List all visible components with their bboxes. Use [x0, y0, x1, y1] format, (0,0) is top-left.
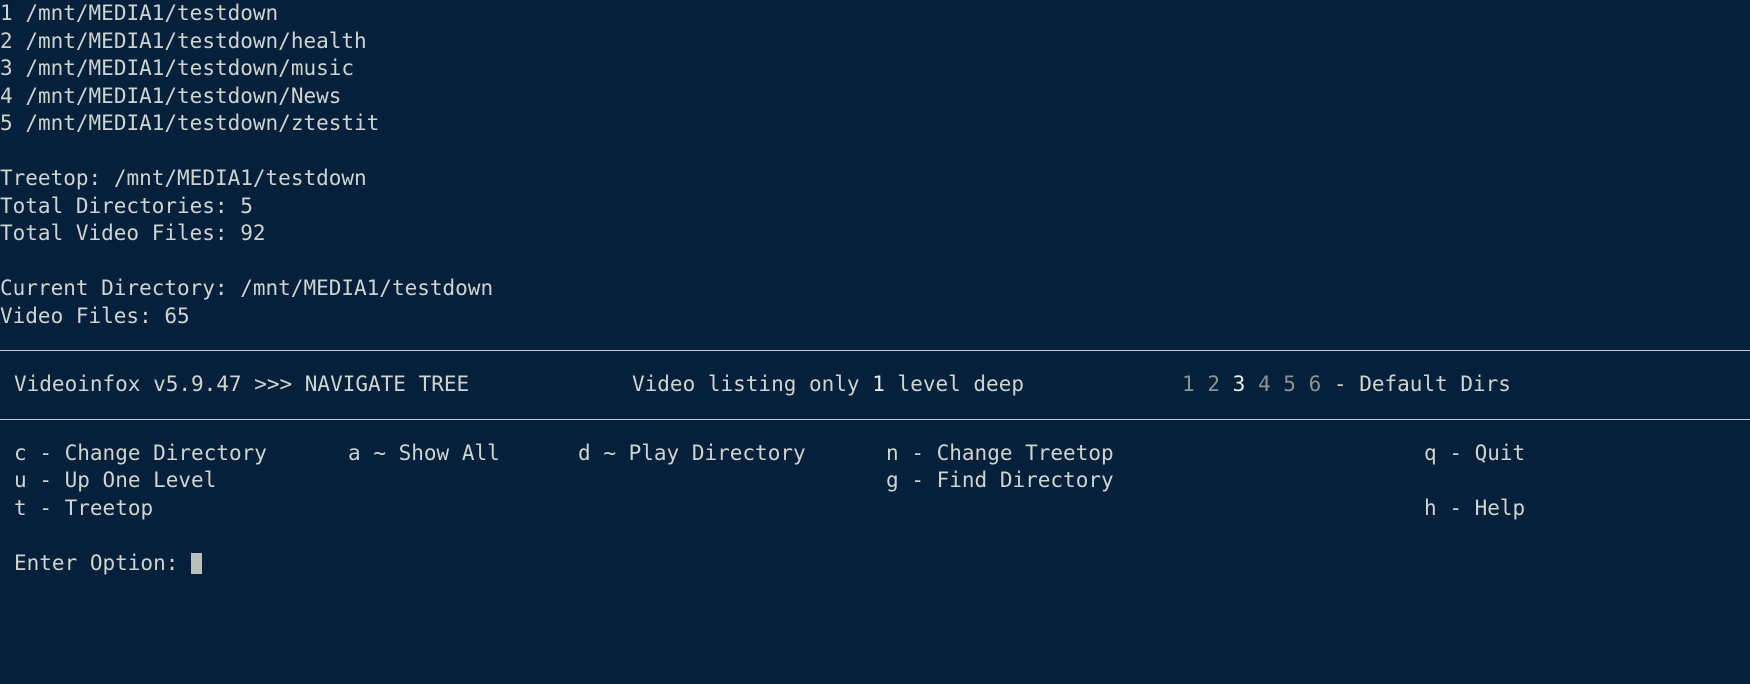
app-title: Videoinfox v5.9.47 >>> NAVIGATE TREE: [14, 372, 470, 396]
default-dir-option-6[interactable]: 6: [1309, 372, 1322, 396]
list-item[interactable]: 4 /mnt/MEDIA1/testdown/News: [0, 83, 1750, 111]
menu-item-treetop[interactable]: t - Treetop: [14, 495, 153, 523]
menu-label: Change Treetop: [936, 440, 1114, 465]
dir-path: /mnt/MEDIA1/testdown: [25, 1, 279, 25]
list-item[interactable]: 2 /mnt/MEDIA1/testdown/health: [0, 28, 1750, 56]
total-directories-value: 5: [240, 193, 253, 218]
default-dir-option-3[interactable]: 3: [1233, 372, 1246, 396]
menu-row-1: c - Change Directory a ~ Show All d ~ Pl…: [0, 440, 1750, 468]
menu-key: h: [1424, 495, 1437, 520]
current-directory-value: /mnt/MEDIA1/testdown: [240, 276, 494, 300]
menu-label: Quit: [1474, 440, 1526, 465]
menu-separator: ~: [373, 440, 386, 465]
listing-depth-value: 1: [872, 372, 885, 396]
listing-suffix: level deep: [897, 372, 1024, 396]
default-dir-option-4[interactable]: 4: [1258, 372, 1271, 396]
dir-index: 2: [0, 28, 13, 53]
video-files-label: Video Files:: [0, 303, 152, 328]
menu-key: g: [886, 468, 899, 492]
menu-key: q: [1424, 440, 1437, 465]
menu-separator: -: [911, 440, 924, 465]
menu-label: Change Directory: [64, 440, 267, 465]
menu-separator: ~: [603, 440, 616, 465]
menu-key: u: [14, 468, 27, 492]
treetop-label: Treetop:: [0, 166, 102, 190]
default-dirs-dash: -: [1333, 372, 1347, 396]
total-video-files-value: 92: [240, 221, 266, 245]
total-video-files-label: Total Video Files:: [0, 221, 228, 245]
menu-item-show-all[interactable]: a ~ Show All: [348, 440, 500, 468]
menu-label: Find Directory: [936, 468, 1114, 492]
menu-key: n: [886, 440, 899, 465]
command-menu: c - Change Directory a ~ Show All d ~ Pl…: [0, 440, 1750, 523]
menu-separator: -: [39, 440, 52, 465]
terminal-screen: 1 /mnt/MEDIA1/testdown 2 /mnt/MEDIA1/tes…: [0, 0, 1750, 684]
listing-depth-text: Video listing only 1 level deep: [632, 371, 1024, 399]
menu-row-3: t - Treetop h - Help: [0, 495, 1750, 523]
dir-index: 1: [0, 1, 13, 25]
dir-index: 5: [0, 111, 13, 135]
list-item[interactable]: 3 /mnt/MEDIA1/testdown/music: [0, 55, 1750, 83]
menu-key: a: [348, 440, 361, 465]
menu-key: c: [14, 440, 27, 465]
prompt-line[interactable]: Enter Option:: [0, 550, 1750, 578]
tree-summary: Treetop: /mnt/MEDIA1/testdown Total Dire…: [0, 165, 1750, 248]
menu-label: Treetop: [64, 495, 154, 520]
menu-separator: -: [1449, 440, 1462, 465]
menu-separator: -: [39, 468, 52, 492]
default-dirs-selector: 1 2 3 4 5 6 - Default Dirs: [1182, 371, 1511, 399]
menu-separator: -: [911, 468, 924, 492]
list-item[interactable]: 1 /mnt/MEDIA1/testdown: [0, 0, 1750, 28]
current-directory-line: Current Directory: /mnt/MEDIA1/testdown: [0, 275, 1750, 303]
default-dirs-label: Default Dirs: [1359, 372, 1511, 396]
default-dir-option-1[interactable]: 1: [1182, 372, 1195, 396]
menu-separator: -: [1449, 495, 1462, 520]
menu-separator: -: [39, 495, 52, 520]
menu-label: Up One Level: [64, 468, 217, 492]
treetop-line: Treetop: /mnt/MEDIA1/testdown: [0, 165, 1750, 193]
dir-path: /mnt/MEDIA1/testdown/News: [25, 83, 342, 108]
menu-row-2: u - Up One Level g - Find Directory: [0, 467, 1750, 495]
video-files-line: Video Files: 65: [0, 303, 1750, 331]
current-directory-label: Current Directory:: [0, 276, 228, 300]
menu-key: t: [14, 495, 27, 520]
listing-prefix: Video listing only: [632, 372, 860, 396]
menu-label: Play Directory: [628, 440, 806, 465]
default-dir-option-2[interactable]: 2: [1207, 372, 1220, 396]
menu-item-up-one-level[interactable]: u - Up One Level: [14, 467, 216, 495]
total-video-files-line: Total Video Files: 92: [0, 220, 1750, 248]
list-item[interactable]: 5 /mnt/MEDIA1/testdown/ztestit: [0, 110, 1750, 138]
status-bar: Videoinfox v5.9.47 >>> NAVIGATE TREE Vid…: [0, 371, 1750, 399]
menu-item-change-treetop[interactable]: n - Change Treetop: [886, 440, 1114, 468]
menu-label: Help: [1474, 495, 1526, 520]
menu-label: Show All: [398, 440, 500, 465]
dir-index: 4: [0, 83, 13, 108]
total-directories-label: Total Directories:: [0, 193, 228, 218]
dir-path: /mnt/MEDIA1/testdown/ztestit: [25, 111, 380, 135]
menu-key: d: [578, 440, 591, 465]
menu-item-play-directory[interactable]: d ~ Play Directory: [578, 440, 806, 468]
dir-index: 3: [0, 56, 13, 80]
default-dir-option-5[interactable]: 5: [1283, 372, 1296, 396]
menu-item-find-directory[interactable]: g - Find Directory: [886, 467, 1114, 495]
directory-list: 1 /mnt/MEDIA1/testdown 2 /mnt/MEDIA1/tes…: [0, 0, 1750, 138]
video-files-value: 65: [164, 303, 190, 328]
total-directories-line: Total Directories: 5: [0, 193, 1750, 221]
treetop-value: /mnt/MEDIA1/testdown: [113, 166, 367, 190]
menu-item-change-directory[interactable]: c - Change Directory: [14, 440, 267, 468]
dir-path: /mnt/MEDIA1/testdown/health: [25, 28, 367, 53]
menu-item-help[interactable]: h - Help: [1424, 495, 1525, 523]
text-cursor: [191, 552, 203, 574]
current-directory-block: Current Directory: /mnt/MEDIA1/testdown …: [0, 275, 1750, 330]
menu-item-quit[interactable]: q - Quit: [1424, 440, 1525, 468]
dir-path: /mnt/MEDIA1/testdown/music: [25, 56, 355, 80]
